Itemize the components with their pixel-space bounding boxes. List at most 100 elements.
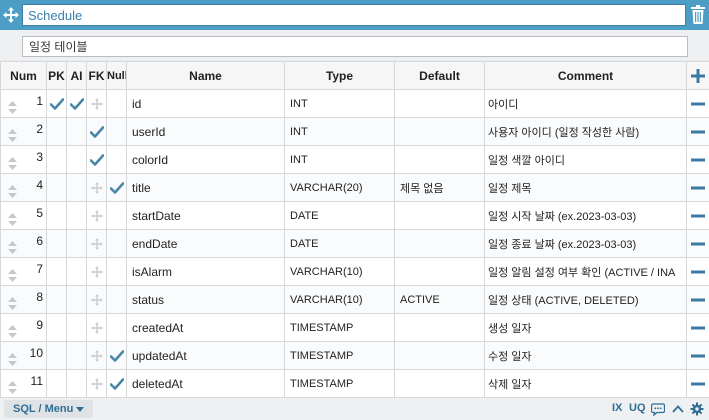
- fk-cell[interactable]: [86, 341, 107, 370]
- plus-icon[interactable]: [691, 68, 706, 83]
- pk-cell[interactable]: [46, 369, 67, 397]
- fk-drag-icon[interactable]: [90, 293, 103, 306]
- column-comment-cell[interactable]: 아이디: [484, 89, 687, 118]
- null-cell[interactable]: [106, 229, 127, 258]
- fk-drag-icon[interactable]: [90, 181, 103, 194]
- fk-drag-icon[interactable]: [90, 377, 103, 390]
- pk-cell[interactable]: [46, 89, 67, 118]
- pk-cell[interactable]: [46, 117, 67, 146]
- null-cell[interactable]: [106, 313, 127, 342]
- null-cell[interactable]: [106, 369, 127, 397]
- column-comment-cell[interactable]: 일정 종료 날짜 (ex.2023-03-03): [484, 229, 687, 258]
- row-num-cell[interactable]: 6: [0, 229, 47, 258]
- column-type-cell[interactable]: VARCHAR(10): [284, 257, 395, 286]
- minus-icon[interactable]: [691, 298, 706, 302]
- pk-cell[interactable]: [46, 173, 67, 202]
- table-row[interactable]: 10 updatedAt TIMESTAMP 수정 일자: [0, 341, 709, 370]
- column-comment-cell[interactable]: 일정 알림 설정 여부 확인 (ACTIVE / INA: [484, 257, 687, 286]
- ai-cell[interactable]: [66, 145, 87, 174]
- column-default-cell[interactable]: [394, 201, 485, 230]
- remove-row-button[interactable]: [686, 369, 709, 397]
- minus-icon[interactable]: [691, 242, 706, 246]
- chevron-up-icon[interactable]: [671, 402, 685, 416]
- null-cell[interactable]: [106, 117, 127, 146]
- ai-cell[interactable]: [66, 117, 87, 146]
- column-name-cell[interactable]: isAlarm: [126, 257, 285, 286]
- sort-icon[interactable]: [8, 128, 17, 142]
- column-type-cell[interactable]: TIMESTAMP: [284, 313, 395, 342]
- column-comment-cell[interactable]: 사용자 아이디 (일정 작성한 사람): [484, 117, 687, 146]
- column-default-cell[interactable]: [394, 369, 485, 397]
- column-default-cell[interactable]: [394, 89, 485, 118]
- column-type-cell[interactable]: TIMESTAMP: [284, 369, 395, 397]
- column-default-cell[interactable]: [394, 117, 485, 146]
- row-num-cell[interactable]: 3: [0, 145, 47, 174]
- remove-row-button[interactable]: [686, 201, 709, 230]
- row-num-cell[interactable]: 4: [0, 173, 47, 202]
- column-name-cell[interactable]: updatedAt: [126, 341, 285, 370]
- minus-icon[interactable]: [691, 186, 706, 190]
- sort-icon[interactable]: [8, 184, 17, 198]
- table-row[interactable]: 2 userId INT 사용자 아이디 (일정 작성한 사람): [0, 117, 709, 146]
- index-button[interactable]: IX: [612, 402, 622, 414]
- ai-cell[interactable]: [66, 173, 87, 202]
- column-name-cell[interactable]: endDate: [126, 229, 285, 258]
- table-row[interactable]: 3 colorId INT 일정 색깔 아이디: [0, 145, 709, 174]
- fk-cell[interactable]: [86, 369, 107, 397]
- column-name-cell[interactable]: userId: [126, 117, 285, 146]
- table-row[interactable]: 11 deletedAt TIMESTAMP 삭제 일자: [0, 369, 709, 397]
- remove-row-button[interactable]: [686, 173, 709, 202]
- sort-icon[interactable]: [8, 296, 17, 310]
- remove-row-button[interactable]: [686, 117, 709, 146]
- pk-cell[interactable]: [46, 257, 67, 286]
- speech-bubble-icon[interactable]: [651, 402, 665, 416]
- remove-row-button[interactable]: [686, 313, 709, 342]
- column-comment-cell[interactable]: 수정 일자: [484, 341, 687, 370]
- column-comment-cell[interactable]: 일정 상태 (ACTIVE, DELETED): [484, 285, 687, 314]
- pk-cell[interactable]: [46, 341, 67, 370]
- ai-cell[interactable]: [66, 313, 87, 342]
- fk-drag-icon[interactable]: [90, 349, 103, 362]
- remove-row-button[interactable]: [686, 257, 709, 286]
- column-type-cell[interactable]: DATE: [284, 229, 395, 258]
- fk-drag-icon[interactable]: [90, 321, 103, 334]
- ai-cell[interactable]: [66, 341, 87, 370]
- remove-row-button[interactable]: [686, 285, 709, 314]
- table-row[interactable]: 9 createdAt TIMESTAMP 생성 일자: [0, 313, 709, 342]
- column-type-cell[interactable]: VARCHAR(10): [284, 285, 395, 314]
- null-cell[interactable]: [106, 201, 127, 230]
- column-type-cell[interactable]: TIMESTAMP: [284, 341, 395, 370]
- column-type-cell[interactable]: VARCHAR(20): [284, 173, 395, 202]
- column-default-cell[interactable]: [394, 145, 485, 174]
- column-name-cell[interactable]: id: [126, 89, 285, 118]
- fk-cell[interactable]: [86, 229, 107, 258]
- column-default-cell[interactable]: [394, 341, 485, 370]
- table-row[interactable]: 7 isAlarm VARCHAR(10) 일정 알림 설정 여부 확인 (ACTIV…: [0, 257, 709, 286]
- sql-menu-button[interactable]: SQL / Menu: [4, 400, 94, 418]
- fk-cell[interactable]: [86, 145, 107, 174]
- sort-icon[interactable]: [8, 212, 17, 226]
- null-cell[interactable]: [106, 341, 127, 370]
- pk-cell[interactable]: [46, 201, 67, 230]
- sort-icon[interactable]: [8, 100, 17, 114]
- minus-icon[interactable]: [691, 354, 706, 358]
- remove-row-button[interactable]: [686, 89, 709, 118]
- row-num-cell[interactable]: 1: [0, 89, 47, 118]
- unique-button[interactable]: UQ: [629, 402, 646, 414]
- row-num-cell[interactable]: 10: [0, 341, 47, 370]
- fk-drag-icon[interactable]: [90, 237, 103, 250]
- fk-drag-icon[interactable]: [90, 209, 103, 222]
- table-row[interactable]: 5 startDate DATE 일정 시작 날짜 (ex.2023-03-03): [0, 201, 709, 230]
- gear-icon[interactable]: [690, 402, 704, 416]
- column-comment-cell[interactable]: 삭제 일자: [484, 369, 687, 397]
- column-name-cell[interactable]: deletedAt: [126, 369, 285, 397]
- fk-cell[interactable]: [86, 173, 107, 202]
- column-type-cell[interactable]: INT: [284, 117, 395, 146]
- minus-icon[interactable]: [691, 130, 706, 134]
- column-name-cell[interactable]: colorId: [126, 145, 285, 174]
- table-row[interactable]: 4 title VARCHAR(20) 제목 없음 일정 제목: [0, 173, 709, 202]
- null-cell[interactable]: [106, 145, 127, 174]
- column-name-cell[interactable]: startDate: [126, 201, 285, 230]
- table-row[interactable]: 1 id INT 아이디: [0, 89, 709, 118]
- fk-drag-icon[interactable]: [90, 97, 103, 110]
